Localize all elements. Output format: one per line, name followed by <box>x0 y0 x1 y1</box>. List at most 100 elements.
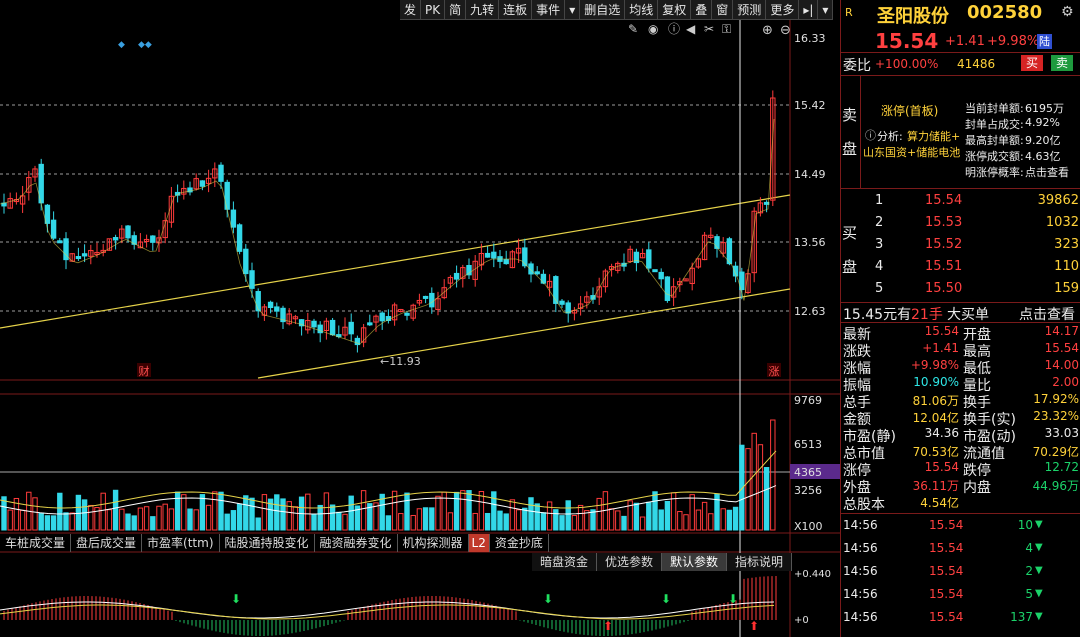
quote-value: 14.00 <box>1044 358 1079 372</box>
tick-volume: 5 <box>1025 587 1033 601</box>
quote-value: 44.96万 <box>1032 479 1079 493</box>
volume-bar <box>63 512 69 531</box>
bid-level: 2 <box>875 215 884 230</box>
param-tab-1[interactable]: 优选参数 <box>597 553 663 571</box>
quote-value: 15.54 <box>924 460 959 474</box>
bid-volume: 159 <box>1054 281 1079 296</box>
candle-body <box>150 235 156 243</box>
bid-price: 15.52 <box>925 237 963 252</box>
down-arrow-icon: ▼ <box>1035 611 1043 622</box>
ask-side-label-1: 卖 <box>842 106 858 124</box>
volume-bar <box>88 504 94 531</box>
indicator-tabs: 车桩成交量 盘后成交量 市盈率(ttm) 陆股通持股变化 融资融券变化 机构探测器 L2 资金… <box>0 534 549 552</box>
kline-chart-area[interactable]: 发 PK 简九转 连板 事件 ▾ 删自选 均线 复权叠窗预测 更多 ▸| ▾ 16.33 15.42 14… <box>0 0 840 637</box>
volume-bar <box>323 492 330 531</box>
indicator-tab-3[interactable]: 陆股通持股变化 <box>220 534 315 552</box>
volume-bar <box>534 503 540 531</box>
volume-bar <box>106 509 113 531</box>
tick-time: 14:56 <box>843 610 878 624</box>
volume-bar <box>720 508 726 531</box>
big-order-link[interactable]: 点击查看 <box>1019 304 1075 324</box>
stock-code: 002580 <box>967 2 1043 23</box>
ma-line <box>0 118 775 345</box>
scissors-icon: ✂ <box>704 22 714 36</box>
tick-price: 15.54 <box>929 587 964 601</box>
limit-stat-label-1: 封单占成交: <box>965 118 1024 131</box>
candle-body <box>224 181 230 210</box>
indicator-tab-6[interactable]: L2 <box>468 534 490 552</box>
volume-bar <box>615 510 621 531</box>
param-tab-2[interactable]: 默认参数 <box>662 553 728 571</box>
volume-bar <box>255 517 261 531</box>
price-axis-label: 15.42 <box>794 99 826 112</box>
volume-bar <box>701 501 708 531</box>
sell-signal-arrow-icon: ⬇ <box>231 592 241 606</box>
limit-stat-label-0: 当前封单额: <box>965 102 1024 115</box>
tick-volume: 2 <box>1025 564 1033 578</box>
buy-button[interactable]: 买 <box>1021 55 1044 71</box>
limit-up-marker: 涨 <box>769 365 780 378</box>
limit-stat-value-4[interactable]: 点击查看 <box>1025 164 1069 180</box>
quote-value: 81.06万 <box>912 394 959 408</box>
candle-body <box>125 225 131 239</box>
volume-bar <box>243 495 249 531</box>
volume-bar <box>621 515 627 531</box>
bid-level: 4 <box>875 259 884 274</box>
candle-body <box>348 321 354 335</box>
volume-bar <box>652 491 658 531</box>
volume-bar <box>181 494 187 531</box>
volume-bar <box>646 501 652 531</box>
volume-bar <box>224 513 230 531</box>
tick-time: 14:56 <box>843 541 878 555</box>
bid-price: 15.53 <box>925 215 963 230</box>
macd-axis-label: +0 <box>794 615 809 626</box>
volume-bar <box>410 514 416 531</box>
volume-bar <box>50 515 57 531</box>
quote-value: 70.53亿 <box>912 445 959 459</box>
volume-bar <box>119 508 125 531</box>
bid-volume: 323 <box>1054 237 1079 252</box>
indicator-tab-2[interactable]: 市盈率(ttm) <box>142 534 220 552</box>
candle-body <box>646 249 652 269</box>
analysis-text-2[interactable]: 山东国资+储能电池 <box>863 144 960 160</box>
volume-bar <box>230 510 237 531</box>
analysis-text-1[interactable]: 算力储能+ <box>907 128 960 144</box>
candle-body <box>484 252 491 258</box>
candle-body <box>714 236 720 249</box>
settings-gear-icon[interactable]: ⚙ <box>1061 4 1074 20</box>
param-tab-0[interactable]: 暗盘资金 <box>532 553 598 571</box>
indicator-tab-4[interactable]: 融资融券变化 <box>315 534 398 552</box>
volume-bar <box>385 515 392 531</box>
volume-bar <box>745 448 751 531</box>
bid-volume: 110 <box>1054 259 1079 274</box>
candle-body <box>75 256 82 260</box>
volume-bar <box>429 507 435 531</box>
tick-price: 15.54 <box>929 541 964 555</box>
indicator-tab-5[interactable]: 机构探测器 <box>398 534 469 552</box>
indicator-tab-7[interactable]: 资金抄底 <box>490 534 549 552</box>
quote-value: +1.41 <box>922 341 959 355</box>
down-arrow-icon: ▼ <box>1035 588 1043 599</box>
volume-bar <box>664 500 671 531</box>
down-arrow-icon: ▼ <box>1035 542 1043 553</box>
volume-bar <box>435 495 441 531</box>
sell-button[interactable]: 卖 <box>1051 55 1074 71</box>
lock-icon: ⚿ <box>722 22 731 36</box>
volume-bar <box>131 515 137 531</box>
volume-bar <box>596 497 602 531</box>
limit-stat-value-3: 4.63亿 <box>1025 150 1061 163</box>
volume-bar <box>559 515 565 531</box>
param-tabs: 暗盘资金 优选参数 默认参数 指标说明 <box>532 553 793 571</box>
volume-bar <box>125 513 131 531</box>
analysis-label: 分析: <box>877 130 903 143</box>
indicator-tab-1[interactable]: 盘后成交量 <box>71 534 143 552</box>
volume-bar <box>329 504 336 531</box>
indicator-tab-0[interactable]: 车桩成交量 <box>0 534 72 552</box>
limit-stat-value-0: 6195万 <box>1025 102 1064 115</box>
bid-side-label-2: 盘 <box>842 258 858 276</box>
bid-level: 3 <box>875 237 884 252</box>
volume-axis-label: 6513 <box>794 438 822 451</box>
candle-body <box>453 272 460 280</box>
volume-bar <box>460 490 466 531</box>
param-tab-3[interactable]: 指标说明 <box>727 553 793 571</box>
